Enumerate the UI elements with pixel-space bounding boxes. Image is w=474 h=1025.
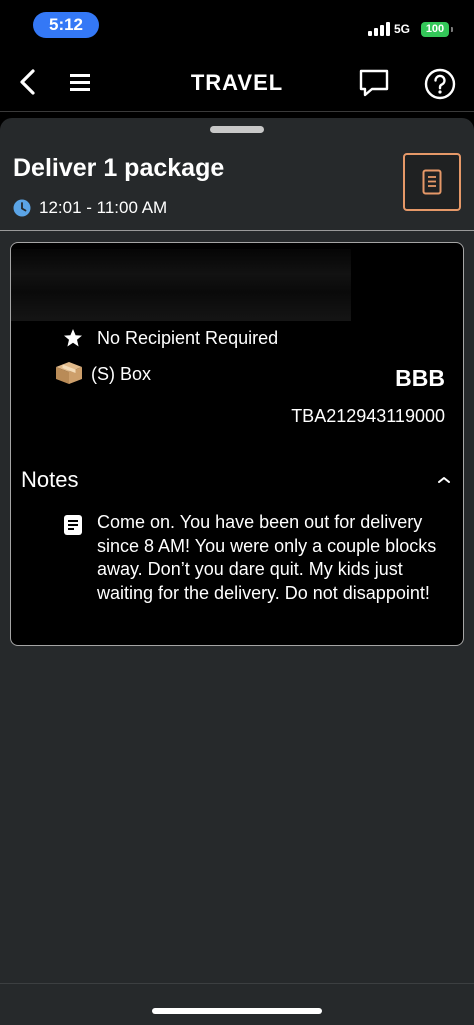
- sheet-grabber[interactable]: [210, 126, 264, 133]
- status-time: 5:12: [33, 12, 99, 38]
- app-header: TRAVEL: [0, 52, 474, 112]
- time-window-text: 12:01 - 11:00 AM: [39, 198, 168, 217]
- question-icon[interactable]: [424, 68, 456, 100]
- network-type: 5G: [394, 22, 411, 36]
- box-icon: [55, 361, 83, 385]
- recipient-requirement-text: No Recipient Required: [97, 328, 279, 348]
- notes-header: Notes: [21, 467, 79, 492]
- divider: [0, 230, 474, 231]
- star-icon: [63, 328, 83, 348]
- battery-icon: 100: [421, 22, 453, 37]
- battery-level: 100: [425, 23, 445, 35]
- chat-bubble-icon[interactable]: [358, 68, 390, 98]
- note-text: Come on. You have been out for delivery …: [97, 512, 437, 603]
- package-details-button[interactable]: [403, 153, 461, 211]
- note-icon: [64, 515, 82, 535]
- route-detail-sheet[interactable]: Deliver 1 package 12:01 - 11:00 AM No Re…: [0, 118, 474, 1025]
- bottom-divider: [0, 983, 474, 984]
- tracking-id: TBA212943119000: [291, 406, 445, 426]
- task-title: Deliver 1 package: [13, 154, 225, 182]
- document-icon: [422, 169, 442, 195]
- package-size-text: (S) Box: [91, 364, 152, 384]
- package-card: No Recipient Required (S) Box BBB TBA212…: [10, 242, 464, 646]
- back-icon[interactable]: [14, 66, 44, 98]
- status-bar: 5:12 5G 100: [0, 0, 474, 52]
- clock-icon: [13, 199, 31, 217]
- signal-icon: [368, 22, 390, 36]
- route-code: BBB: [395, 365, 445, 391]
- home-indicator[interactable]: [152, 1008, 322, 1014]
- menu-icon[interactable]: [68, 72, 94, 94]
- redacted-address: [11, 249, 351, 321]
- chevron-up-icon[interactable]: [437, 473, 451, 485]
